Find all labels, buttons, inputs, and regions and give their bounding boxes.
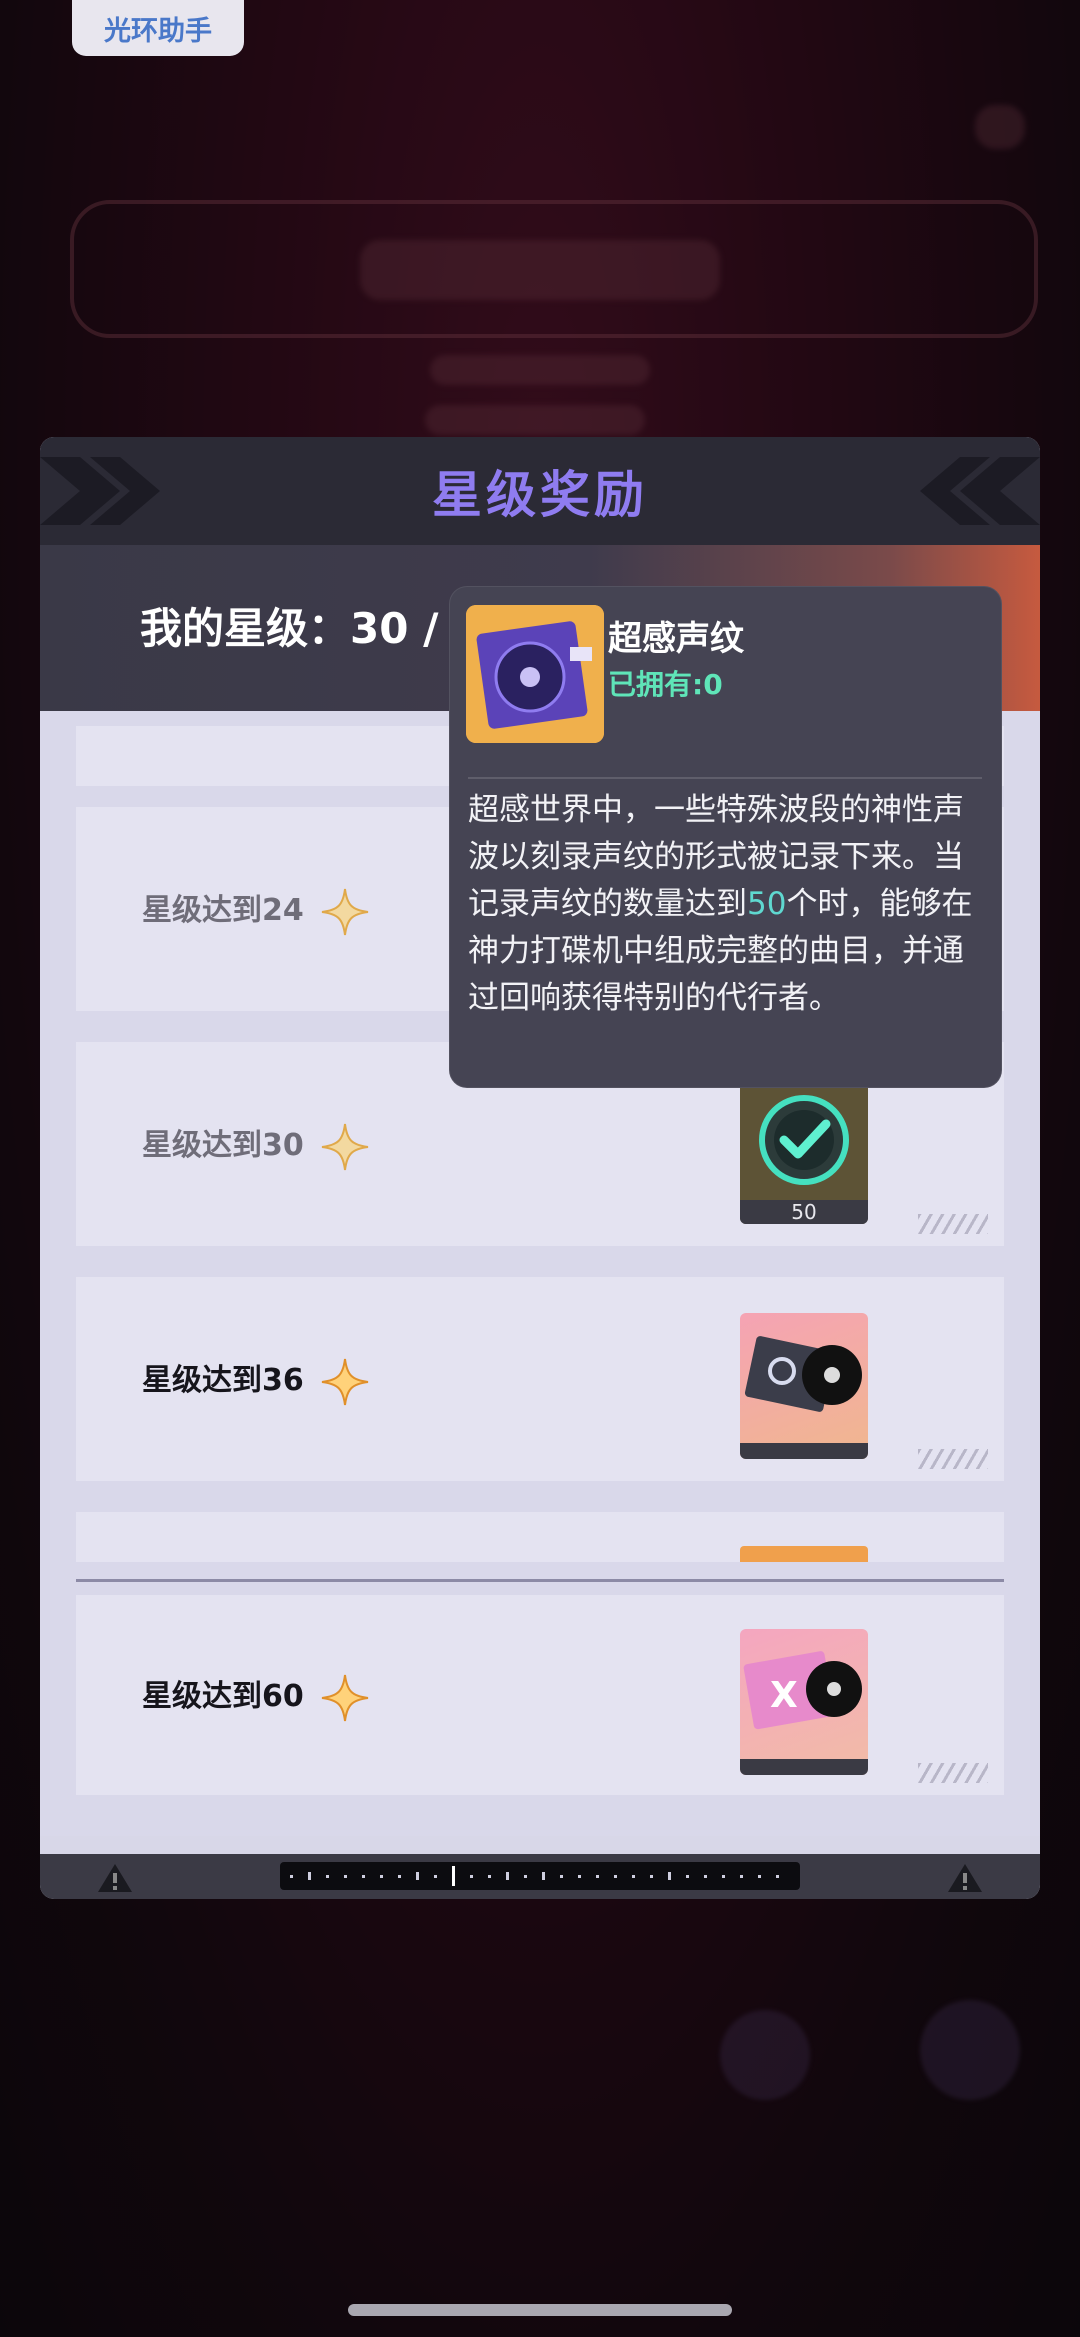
- vinyl-record-icon: X: [740, 1651, 868, 1775]
- reward-row-partial: [76, 1512, 1004, 1562]
- reward-threshold: 星级达到24: [142, 885, 370, 937]
- list-divider: [76, 1579, 1004, 1582]
- reward-row[interactable]: 星级达到60 X: [76, 1595, 1004, 1795]
- sparkle-icon: [322, 888, 369, 935]
- item-tooltip: 超感声纹 已拥有:0 超感世界中，一些特殊波段的神性声波以刻录声纹的形式被记录下…: [449, 586, 1002, 1088]
- reward-threshold-text: 星级达到36: [142, 1363, 304, 1398]
- warning-icon: [948, 1864, 982, 1892]
- item-name: 超感声纹: [608, 619, 744, 659]
- chevron-decoration-left: [40, 457, 160, 525]
- sparkle-icon: [322, 1123, 369, 1170]
- row-decoration: [918, 1763, 988, 1783]
- item-icon: [466, 605, 604, 743]
- reward-threshold: 星级达到60: [142, 1671, 370, 1723]
- reward-threshold: 星级达到36: [142, 1355, 370, 1407]
- chevron-decoration-right: [920, 457, 1040, 525]
- reward-item[interactable]: [740, 1313, 868, 1459]
- reward-row[interactable]: 星级达到36: [76, 1277, 1004, 1481]
- progress-track: [280, 1862, 800, 1890]
- item-count: 50: [740, 1200, 868, 1224]
- panel-footer: [40, 1854, 1040, 1899]
- row-decoration: [918, 1449, 988, 1469]
- vinyl-record-icon: [740, 1336, 868, 1459]
- reward-item-claimed[interactable]: 50: [740, 1078, 868, 1224]
- svg-text:X: X: [770, 1675, 798, 1716]
- progress-ticks: [290, 1866, 779, 1886]
- warning-icon: [98, 1864, 132, 1892]
- vinyl-record-icon: [466, 605, 604, 743]
- reward-item-partial: [740, 1546, 868, 1562]
- item-description: 超感世界中，一些特殊波段的神性声波以刻录声纹的形式被记录下来。当记录声纹的数量达…: [468, 787, 988, 1022]
- reward-threshold-text: 星级达到60: [142, 1679, 304, 1714]
- panel-header: 星级奖励: [40, 437, 1040, 545]
- check-icon: [759, 1095, 849, 1185]
- description-highlight: 50: [747, 886, 787, 922]
- my-star-level: 我的星级：30 /: [140, 604, 439, 653]
- panel-title: 星级奖励: [432, 466, 648, 524]
- helper-button[interactable]: 光环助手: [72, 0, 244, 56]
- sparkle-icon: [322, 1358, 369, 1405]
- home-indicator[interactable]: [348, 2304, 732, 2316]
- row-decoration: [918, 1214, 988, 1234]
- item-owned-count: 已拥有:0: [608, 668, 723, 701]
- tooltip-divider: [468, 777, 982, 779]
- sparkle-icon: [322, 1674, 369, 1721]
- reward-threshold: 星级达到30: [142, 1120, 370, 1172]
- reward-threshold-text: 星级达到30: [142, 1128, 304, 1163]
- reward-item[interactable]: X: [740, 1629, 868, 1775]
- reward-threshold-text: 星级达到24: [142, 893, 304, 928]
